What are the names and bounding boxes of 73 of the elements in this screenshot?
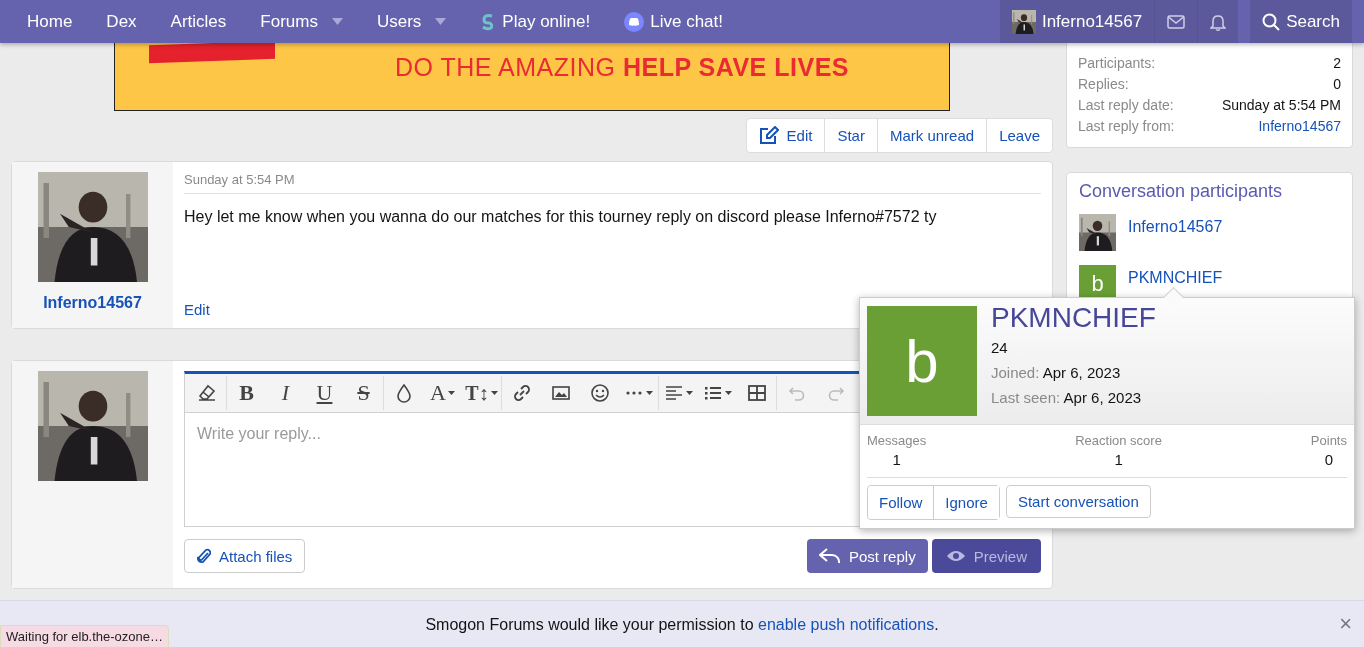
smiley-icon (589, 383, 610, 403)
chat-logo-icon (624, 11, 645, 32)
info-label: Last seen: (991, 389, 1061, 406)
thread-action[interactable]: Star (824, 119, 877, 152)
member-action-button[interactable]: Ignore (933, 486, 999, 519)
thread-action[interactable]: Edit (746, 119, 825, 152)
toolbar-button[interactable]: I (266, 377, 305, 409)
toolbar-button[interactable]: U (305, 377, 344, 409)
stat-label: Messages (867, 433, 927, 448)
status-tooltip: Waiting for elb.the-ozone… (0, 625, 170, 647)
card-title: Conversation participants (1078, 180, 1284, 203)
message-date: Sunday at 5:54 PM (184, 172, 1041, 194)
attach-files-button[interactable]: Attach files (184, 539, 306, 573)
preview-button[interactable]: Preview (931, 539, 1041, 573)
reply-arrow-icon (818, 547, 841, 565)
caret-icon (435, 18, 447, 25)
member-action-button[interactable]: Start conversation (1005, 485, 1151, 518)
username-link[interactable]: Inferno14567 (1258, 116, 1341, 137)
username-link[interactable]: Inferno14567 (43, 294, 142, 312)
image-icon (550, 383, 571, 403)
stat-value: 1 (892, 451, 901, 468)
nav-link[interactable]: Users (359, 0, 464, 43)
close-button[interactable]: × (1339, 611, 1352, 637)
toolbar-button[interactable]: T↕ (462, 377, 501, 409)
info-value: 2 (1333, 54, 1341, 73)
dots-icon (624, 390, 644, 396)
info-value: Apr 6, 2023 (1042, 364, 1121, 381)
info-label: Participants: (1078, 54, 1156, 73)
paperclip-icon (197, 547, 211, 565)
thread-action[interactable]: Leave (986, 119, 1052, 152)
nav-link[interactable]: Forums (243, 0, 360, 43)
member-title: 24 (991, 338, 1009, 357)
table-icon (746, 383, 767, 403)
notice-text: Smogon Forums would like your permission to enable push notifications. (425, 615, 939, 634)
info-value: Sunday at 5:54 PM (1221, 96, 1341, 115)
link-icon (511, 383, 532, 403)
post-reply-button[interactable]: Post reply (806, 539, 928, 573)
banner-text: DO THE AMAZING HELP SAVE LIVES (395, 53, 849, 82)
thread-action[interactable]: Mark unread (876, 119, 987, 152)
eraser-icon (196, 383, 217, 403)
nav-link[interactable]: Dex (89, 0, 154, 43)
stat-label: Points (1310, 433, 1347, 448)
eye-icon (945, 549, 966, 563)
search-icon (1262, 12, 1281, 31)
toolbar-button[interactable]: S (344, 377, 383, 409)
username-link[interactable]: Inferno14567 (1128, 217, 1223, 236)
info-label: Joined: (991, 364, 1040, 381)
message-text: Hey let me know when you wanna do our matches for this tourney reply on discord please Inferno#7572 ty (184, 208, 938, 227)
notice-link[interactable]: enable push notifications (758, 615, 935, 633)
nav-link[interactable]: Play online! (463, 0, 608, 43)
edit-link[interactable]: Edit (184, 301, 210, 318)
nav-link[interactable]: Live chat! (607, 0, 740, 43)
letter-avatar: b (867, 306, 977, 416)
stat-value: 0 (1324, 451, 1334, 468)
bell-icon (1210, 12, 1227, 31)
envelope-icon (1167, 14, 1186, 29)
toolbar-button[interactable]: B (227, 377, 266, 409)
info-label: Last reply date: (1078, 96, 1174, 115)
info-label: Last reply from: (1078, 117, 1175, 136)
stat-label: Reaction score (1075, 433, 1162, 448)
pencil-icon (758, 126, 779, 145)
info-label: Replies: (1078, 75, 1129, 94)
info-value: Apr 6, 2023 (1063, 389, 1142, 406)
toolbar-button[interactable]: A (423, 377, 462, 409)
nav-link[interactable]: Articles (153, 0, 244, 43)
align-icon (664, 383, 684, 403)
search-button[interactable]: Search (1250, 0, 1352, 43)
info-value: 0 (1333, 75, 1341, 94)
nav-link[interactable]: Home (10, 0, 90, 43)
caret-icon (331, 18, 343, 25)
stat-value: 1 (1114, 451, 1123, 468)
member-name[interactable]: PKMNCHIEF (991, 302, 1156, 334)
username-link[interactable]: PKMNCHIEF (1128, 268, 1223, 287)
